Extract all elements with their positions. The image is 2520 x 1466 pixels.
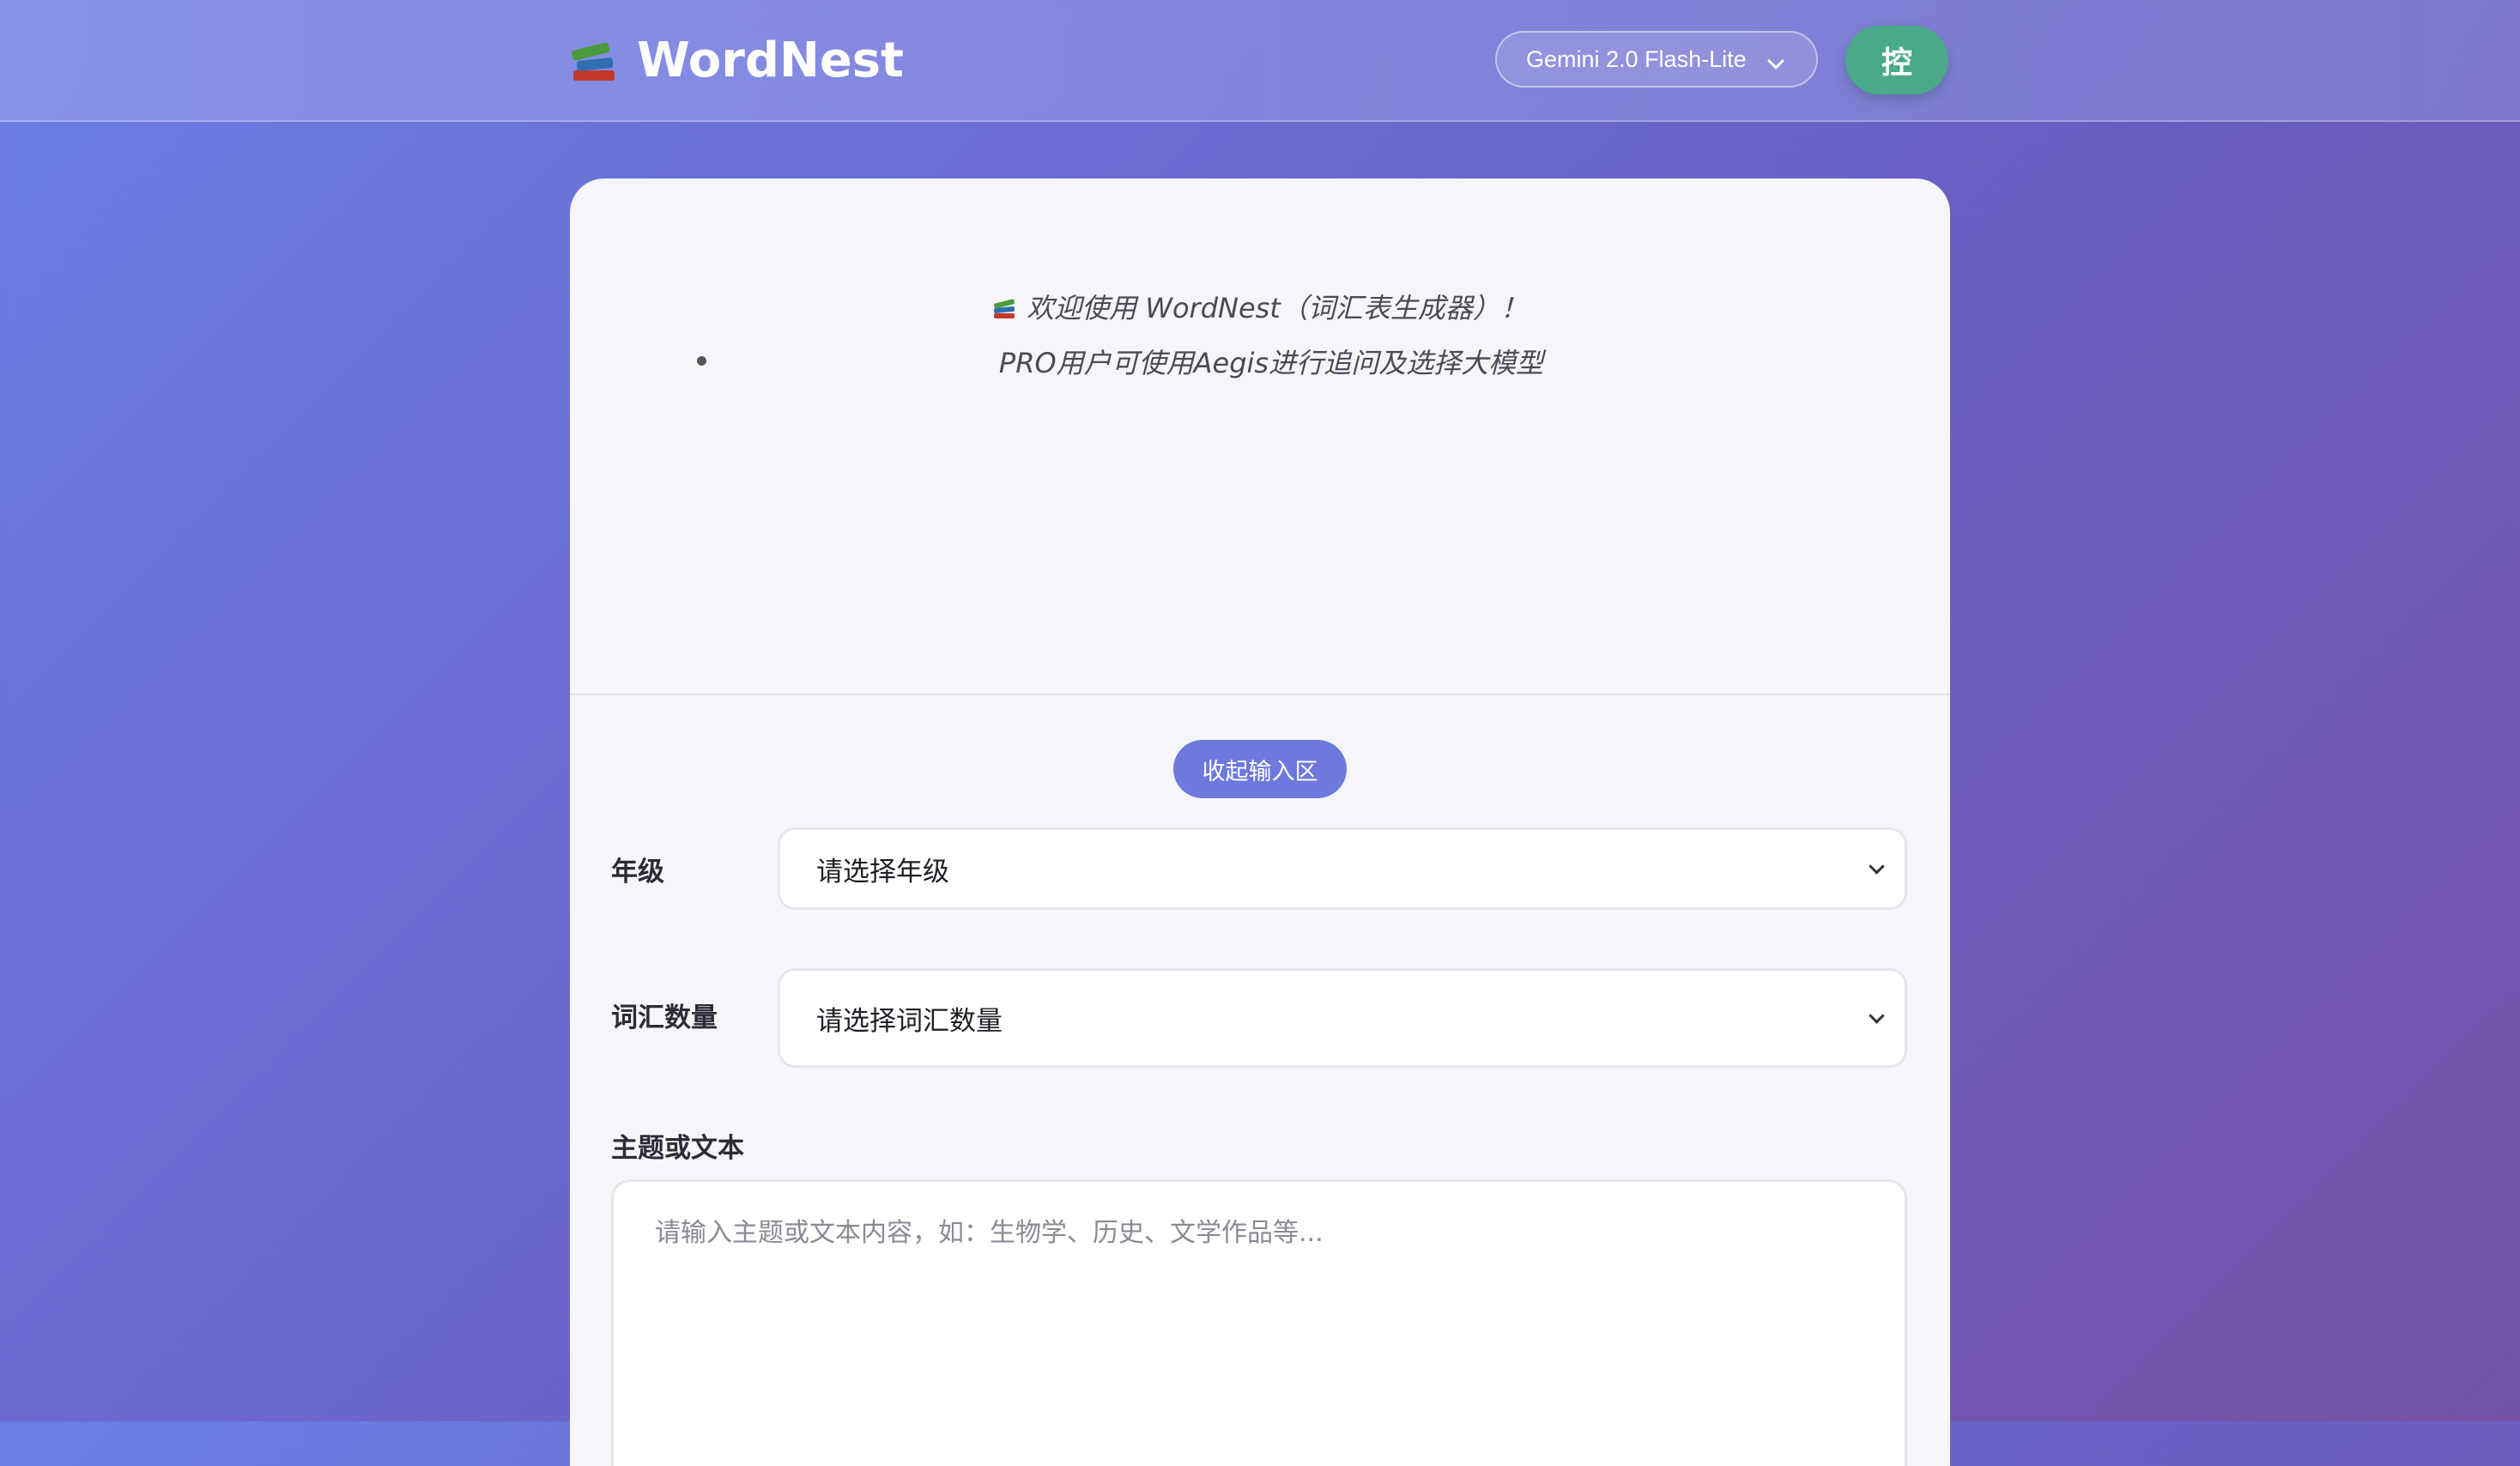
grade-select[interactable]: 请选择年级 (778, 827, 1907, 910)
model-selector[interactable]: Gemini 2.0 Flash-Lite (1495, 31, 1818, 88)
top-bar: WordNest Gemini 2.0 Flash-Lite 控 (0, 0, 2520, 122)
welcome-note: PRO用户可使用Aegis进行追问及选择大模型 (998, 347, 1544, 379)
vocab-count-select[interactable]: 请选择词汇数量 (778, 968, 1907, 1068)
topic-label: 主题或文本 (611, 1133, 744, 1164)
topic-textarea-placeholder: 请输入主题或文本内容，如：生物学、历史、文学作品等... (655, 1218, 1324, 1248)
user-avatar[interactable]: 控 (1845, 26, 1948, 94)
chevron-down-icon (1767, 52, 1784, 70)
model-selector-value: Gemini 2.0 Flash-Lite (1526, 45, 1747, 72)
main-card: 欢迎使用 WordNest（词汇表生成器）！ PRO用户可使用Aegis进行追问… (570, 179, 1950, 1466)
vocab-count-select-value: 请选择词汇数量 (816, 1005, 1003, 1037)
app-logo[interactable]: WordNest (570, 26, 904, 94)
avatar-label: 控 (1881, 45, 1912, 81)
welcome-message: 欢迎使用 WordNest（词汇表生成器）！ (570, 287, 1950, 326)
app-name: WordNest (637, 32, 904, 88)
welcome-title: 欢迎使用 WordNest（词汇表生成器）！ (1027, 292, 1528, 324)
grade-label: 年级 (611, 857, 664, 887)
collapse-input-button[interactable]: 收起输入区 (1173, 740, 1347, 798)
chevron-down-icon (1869, 1008, 1885, 1024)
grade-select-value: 请选择年级 (816, 856, 949, 887)
books-icon (992, 297, 1016, 319)
welcome-panel: 欢迎使用 WordNest（词汇表生成器）！ PRO用户可使用Aegis进行追问… (570, 179, 1950, 695)
chevron-down-icon (1869, 858, 1885, 875)
topic-textarea[interactable]: 请输入主题或文本内容，如：生物学、历史、文学作品等... (611, 1179, 1907, 1466)
vocab-count-label: 词汇数量 (611, 1003, 718, 1033)
books-icon (570, 36, 618, 84)
